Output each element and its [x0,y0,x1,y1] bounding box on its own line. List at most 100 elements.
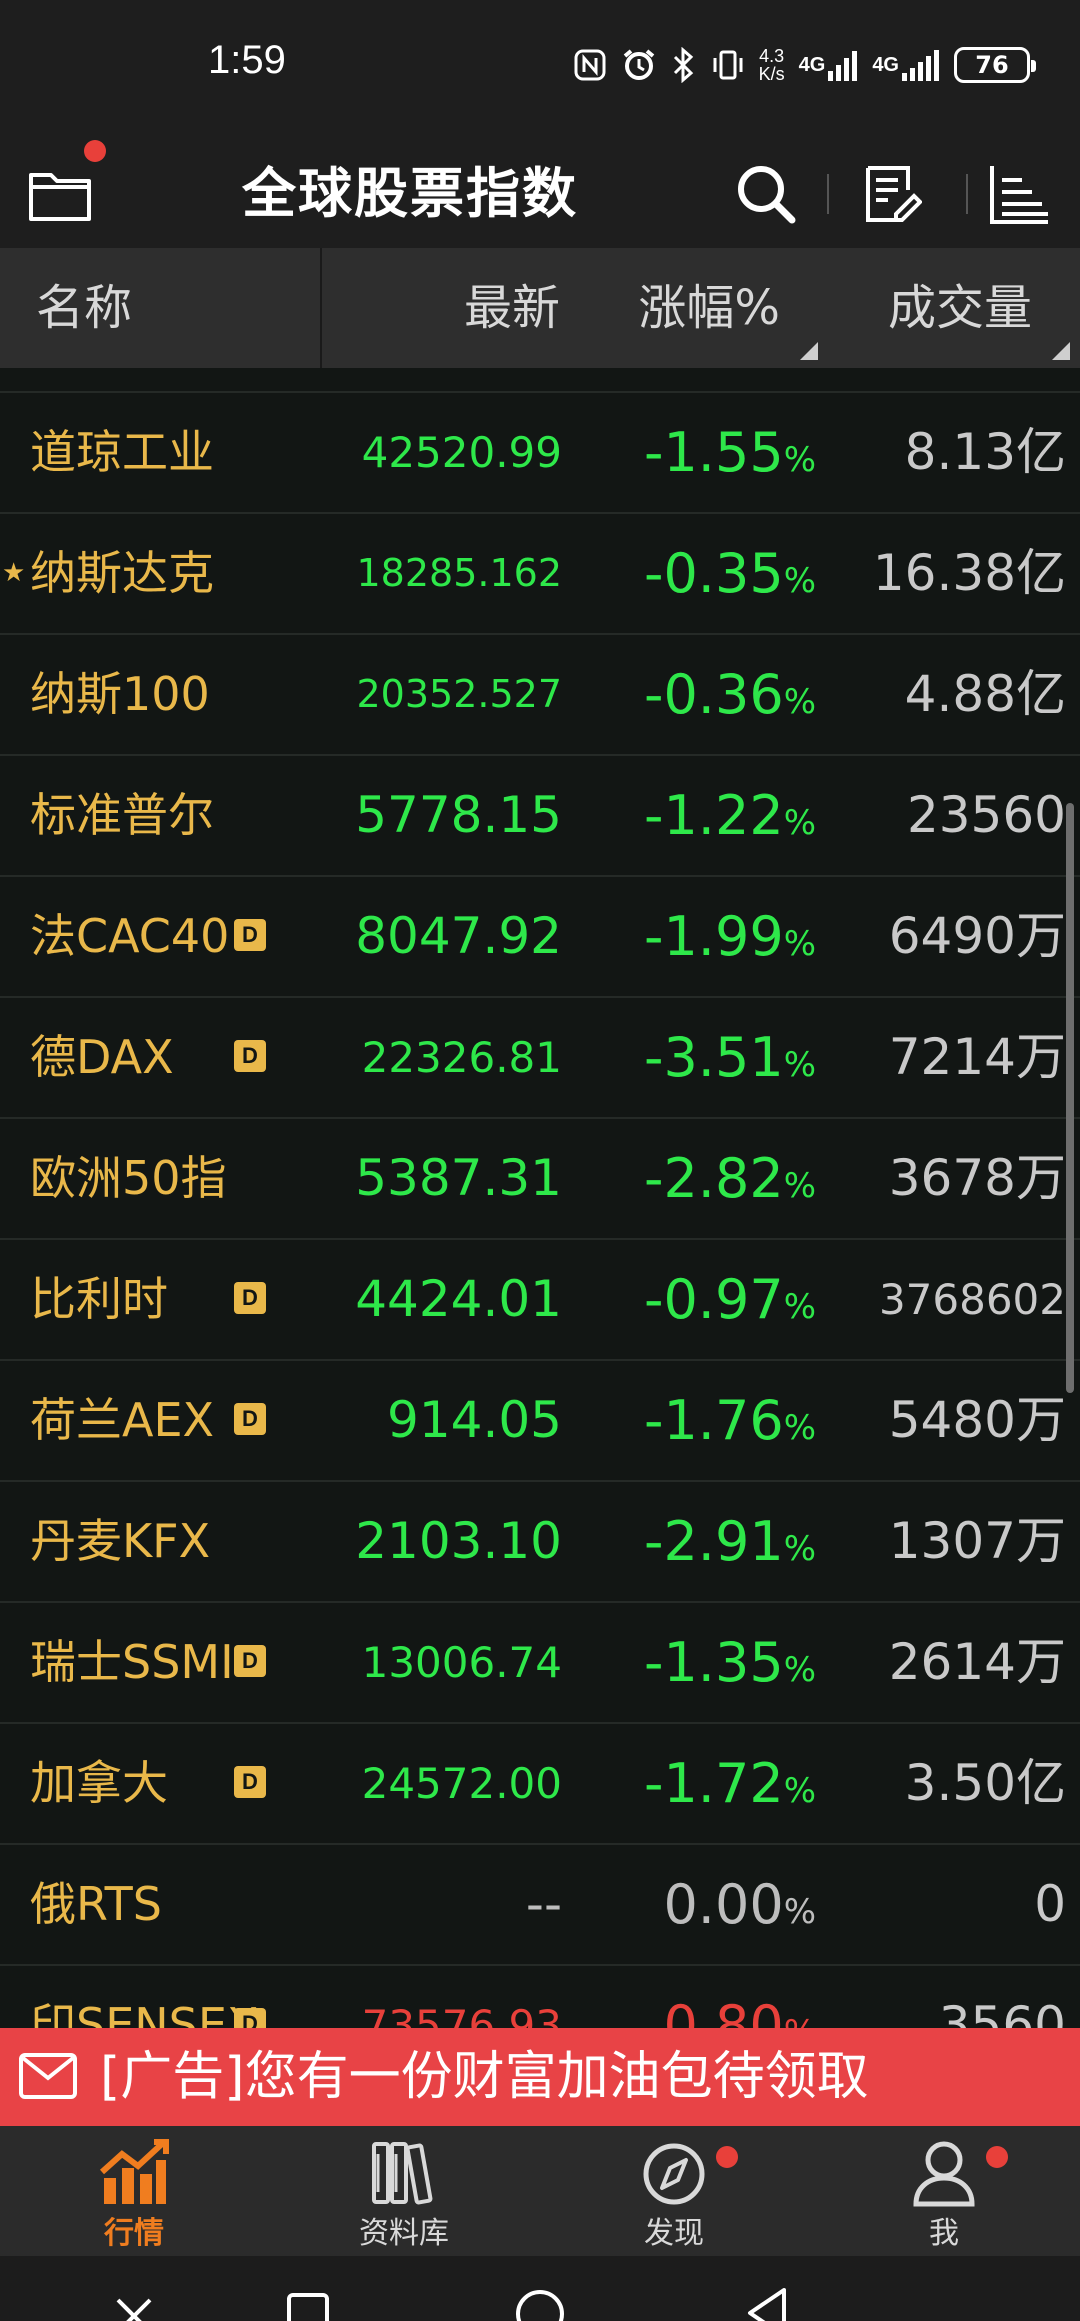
sort-indicator-icon [1052,342,1070,360]
volume: 4.88亿 [904,665,1066,723]
back-icon[interactable] [744,2286,790,2321]
column-change[interactable]: 涨幅% [560,248,780,368]
index-list[interactable]: 道琼工业 42520.99 -1.55% 8.13亿 ★ 纳斯达克 18285.162 -0.… [0,368,1080,2028]
sim1-network-type: 4G [798,54,826,76]
nav-label-me: 我 [929,2216,959,2251]
change-value: -1.76 [643,1389,784,1452]
header-divider [827,174,829,214]
table-row[interactable]: 丹麦KFX 2103.10 -2.91% 1307万 [0,1482,1080,1603]
change-value: -0.97 [643,1268,784,1331]
latest-price: 13006.74 [361,1638,562,1687]
percent-sign: % [783,1408,816,1448]
change-percent: -1.55% [580,393,816,512]
nav-item-library[interactable]: 资料库 [304,2126,504,2256]
signal-bars-icon [902,50,939,81]
table-row[interactable]: 道琼工业 42520.99 -1.55% 8.13亿 [0,393,1080,514]
latest-price: 8047.92 [355,907,562,965]
table-row[interactable]: ★ 纳斯达克 18285.162 -0.35% 16.38亿 [0,514,1080,635]
table-row[interactable]: 德DAX D 22326.81 -3.51% 7214万 [0,998,1080,1119]
latest-price: 42520.99 [361,428,562,477]
change-percent: -1.22% [580,756,816,875]
change-percent: -0.97% [580,1240,816,1359]
change-percent: -1.35% [580,1603,816,1722]
status-icons: 4.3 K/s 4G 4G 76 [573,40,1036,90]
table-row[interactable]: 纳斯100 20352.527 -0.36% 4.88亿 [0,635,1080,756]
close-icon[interactable] [114,2296,154,2321]
status-time: 1:59 [208,38,286,82]
table-row[interactable]: 印SENSEXD 73576.93 0.80% 3560 [0,1966,1080,2028]
percent-sign: % [783,924,816,964]
battery-icon: 76 [954,47,1036,83]
change-value: -0.36 [643,663,784,726]
table-row[interactable]: 加拿大 D 24572.00 -1.72% 3.50亿 [0,1724,1080,1845]
delayed-badge: D [234,1403,266,1435]
recent-apps-icon[interactable] [286,2292,330,2321]
volume: 23560 [906,786,1066,844]
latest-price: 5387.31 [355,1149,562,1207]
volume: 3.50亿 [904,1754,1066,1812]
change-value: -2.91 [643,1510,784,1573]
change-value: -0.35 [643,542,784,605]
change-value: 0.00 [663,1873,784,1936]
signal-bars-icon [828,51,858,81]
delayed-badge: D [234,919,266,951]
nfc-icon [573,48,607,82]
notification-dot [986,2146,1008,2168]
index-name: 标准普尔 [30,788,214,842]
table-row[interactable]: 瑞士SSMI D 13006.74 -1.35% 2614万 [0,1603,1080,1724]
change-value: -1.72 [643,1752,784,1815]
chart-view-button[interactable] [978,140,1058,248]
change-percent: -2.91% [580,1482,816,1601]
change-value: -1.22 [643,784,784,847]
index-name: 纳斯100 [30,667,210,721]
table-row[interactable]: 法CAC40 D 8047.92 -1.99% 6490万 [0,877,1080,998]
index-name: 加拿大 [30,1756,168,1810]
latest-price: 24572.00 [361,1759,562,1808]
column-latest[interactable]: 最新 [322,248,560,368]
index-name: 瑞士SSMI [30,1635,234,1689]
table-row[interactable]: 比利时 D 4424.01 -0.97% 3768602 [0,1240,1080,1361]
change-value: 0.80 [663,1994,784,2028]
column-header: 名称 最新 涨幅% 成交量 [0,248,1080,368]
table-row[interactable]: 俄RTS -- 0.00% 0 [0,1845,1080,1966]
column-name[interactable]: 名称 [36,248,132,368]
header-divider [966,174,968,214]
scrollbar[interactable] [1066,803,1074,1393]
percent-sign: % [783,1045,816,1085]
status-bar: 1:59 4.3 K/s 4G 4G 76 [0,0,1080,140]
latest-price: 73576.93 [361,2001,562,2028]
edit-list-button[interactable] [852,140,932,248]
table-row[interactable]: 欧洲50指 5387.31 -2.82% 3678万 [0,1119,1080,1240]
percent-sign: % [783,440,816,480]
column-volume[interactable]: 成交量 [780,248,1032,368]
change-percent: -0.36% [580,635,816,754]
volume: 2614万 [888,1633,1066,1691]
nav-item-me[interactable]: 我 [844,2126,1044,2256]
search-button[interactable] [726,140,806,248]
home-icon[interactable] [514,2288,566,2321]
index-name: 丹麦KFX [30,1514,211,1568]
vibrate-icon [711,48,745,82]
percent-sign: % [783,1650,816,1690]
nav-item-discover[interactable]: 发现 [574,2126,774,2256]
mail-icon [19,2053,77,2099]
change-percent: -2.82% [580,1119,816,1238]
market-chart-icon [99,2139,169,2204]
table-row[interactable]: 标准普尔 5778.15 -1.22% 23560 [0,756,1080,877]
delayed-badge: D [234,1645,266,1677]
nav-item-market[interactable]: 行情 [34,2126,234,2256]
percent-sign: % [783,561,816,601]
ad-banner[interactable]: [广告]您有一份财富加油包待领取 [0,2028,1080,2126]
volume: 3768602 [878,1275,1066,1324]
percent-sign: % [783,1529,816,1569]
volume: 3678万 [888,1149,1066,1207]
table-row[interactable]: 荷兰AEX D 914.05 -1.76% 5480万 [0,1361,1080,1482]
percent-sign: % [784,2013,816,2028]
change-percent: -1.99% [580,877,816,996]
index-name: 俄RTS [30,1877,162,1931]
change-percent: -1.76% [580,1361,816,1480]
delayed-badge: D [234,1282,266,1314]
change-percent: 0.80% [580,1966,816,2028]
volume: 7214万 [888,1028,1066,1086]
index-name: 德DAX [30,1030,174,1084]
